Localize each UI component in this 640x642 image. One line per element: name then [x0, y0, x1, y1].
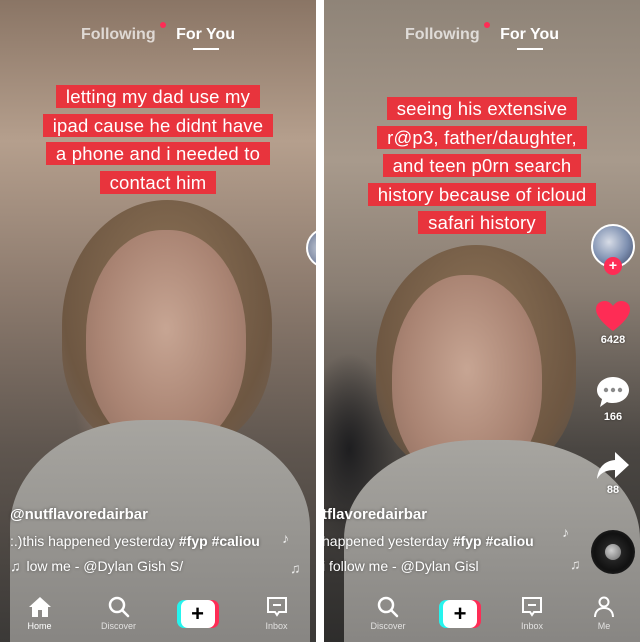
comment-count: 166 [603, 411, 623, 423]
bottom-nav: Home Discover + Inbox [0, 592, 316, 642]
inbox-icon [266, 597, 287, 617]
nav-me[interactable]: Me [574, 596, 634, 631]
floating-music-note-icon: ♪ [562, 524, 569, 540]
hashtags[interactable]: #fyp #caliou [179, 533, 260, 549]
inbox-icon [522, 597, 542, 617]
nav-inbox[interactable]: Inbox [247, 596, 307, 631]
comment-action[interactable]: 166 [588, 375, 638, 423]
caption-line: and teen p0rn search [382, 154, 582, 177]
like-action[interactable]: 6428 [588, 300, 638, 346]
search-icon [377, 596, 399, 618]
caption-line: letting my dad use my [55, 85, 261, 108]
video-panel-right[interactable]: Following For You seeing his extensive r… [324, 0, 640, 642]
tab-following[interactable]: Following [81, 22, 167, 43]
notification-dot [160, 22, 167, 28]
home-icon [28, 597, 51, 617]
notification-dot [484, 22, 491, 28]
creator-avatar[interactable]: + [591, 224, 635, 275]
nav-create[interactable]: + [430, 596, 490, 628]
nav-home[interactable]: Home [10, 596, 70, 631]
active-tab-indicator [516, 48, 543, 50]
music-disc-block[interactable] [588, 530, 638, 574]
nav-discover[interactable]: Discover [89, 596, 149, 631]
share-action[interactable]: 88 [588, 450, 638, 496]
music-note-icon: ♫ [10, 558, 21, 574]
video-info: @nutflavoredairbar :.)this happened yest… [10, 506, 260, 574]
music-disc-icon[interactable] [591, 530, 635, 574]
share-count: 88 [606, 484, 620, 496]
active-tab-indicator [192, 48, 219, 50]
username[interactable]: tflavoredairbar [324, 506, 534, 523]
like-count: 6428 [600, 334, 626, 346]
sound-ticker[interactable]: i follow me - @Dylan Gisl [324, 558, 534, 574]
nav-create[interactable]: + [168, 596, 228, 628]
caption-line: safari history [418, 211, 546, 234]
create-button[interactable]: + [439, 600, 481, 628]
video-subject-face [86, 230, 246, 450]
caption-line: a phone and i needed to [45, 142, 271, 165]
floating-music-note-icon: ♫ [570, 556, 581, 572]
video-caption: letting my dad use my ipad cause he didn… [0, 83, 316, 197]
video-caption: seeing his extensive r@p3, father/daught… [324, 95, 640, 238]
caption-line: ipad cause he didnt have [42, 113, 274, 137]
nav-discover[interactable]: Discover [358, 596, 418, 631]
caption-line: history because of icloud [367, 182, 597, 206]
floating-music-note-icon: ♪ [282, 530, 289, 546]
tab-for-you[interactable]: For You [500, 26, 559, 50]
person-icon [594, 596, 614, 618]
tab-following[interactable]: Following [405, 22, 491, 43]
creator-avatar-block: + [588, 224, 638, 275]
search-icon [108, 596, 129, 618]
top-feed-tabs: Following For You [324, 22, 640, 50]
video-info: tflavoredairbar happened yesterday #fyp … [324, 506, 534, 574]
video-description: happened yesterday #fyp #caliou [324, 533, 534, 549]
sound-ticker[interactable]: ♫ low me - @Dylan Gish S/ [10, 558, 260, 574]
comment-icon [597, 377, 629, 407]
nav-inbox[interactable]: Inbox [502, 596, 562, 631]
caption-line: contact him [99, 170, 217, 194]
floating-music-note-icon: ♫ [290, 560, 301, 576]
bottom-nav: Discover + Inbox Me [324, 592, 640, 642]
top-feed-tabs: Following For You [0, 22, 316, 50]
tab-for-you[interactable]: For You [176, 26, 235, 50]
username[interactable]: @nutflavoredairbar [10, 506, 260, 523]
caption-line: seeing his extensive [386, 97, 578, 120]
follow-button[interactable]: + [604, 257, 622, 275]
hashtags[interactable]: #fyp #caliou [453, 533, 534, 549]
video-description: :.)this happened yesterday #fyp #caliou [10, 533, 260, 549]
caption-line: r@p3, father/daughter, [377, 125, 587, 149]
video-panel-left[interactable]: Following For You letting my dad use my … [0, 0, 316, 642]
share-icon [597, 452, 629, 479]
create-button[interactable]: + [176, 600, 219, 628]
heart-icon [596, 301, 630, 331]
